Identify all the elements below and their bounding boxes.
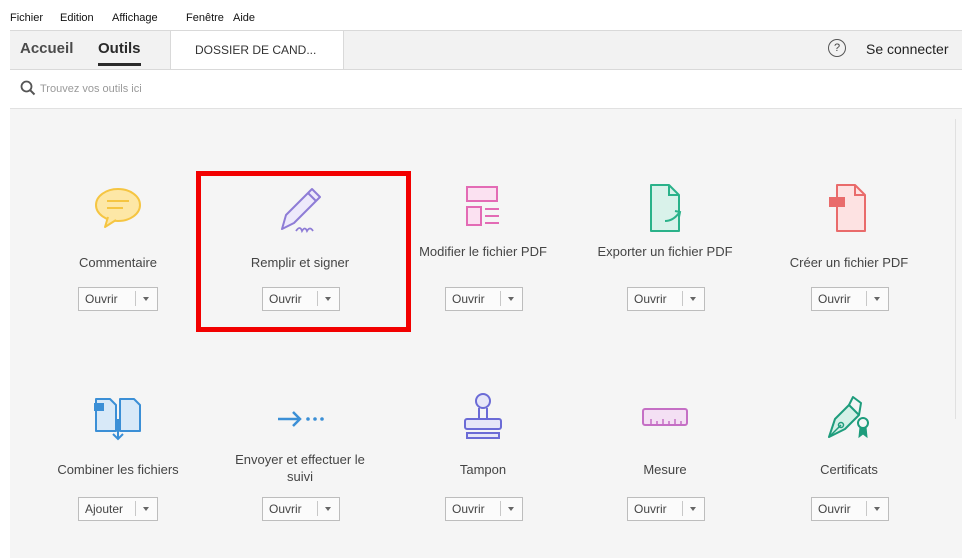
tool-label: Mesure (643, 462, 687, 477)
tools-grid: Commentaire Ouvrir Remplir et signer Ouv… (10, 109, 962, 558)
open-button-label: Ouvrir (818, 502, 851, 516)
menu-fenetre[interactable]: Fenêtre (186, 12, 224, 24)
export-pdf-icon (650, 184, 682, 232)
open-button-label: Ouvrir (452, 292, 485, 306)
open-button-label: Ouvrir (452, 502, 485, 516)
tool-mesure: Mesure Ouvrir (590, 389, 740, 539)
search-bar (10, 70, 962, 109)
document-tab-label: DOSSIER DE CAND... (195, 43, 317, 57)
certificate-icon (828, 396, 869, 439)
search-input[interactable] (38, 78, 342, 100)
chevron-down-icon[interactable] (502, 498, 520, 520)
chevron-down-icon[interactable] (868, 498, 886, 520)
separator (866, 501, 867, 516)
separator (682, 501, 683, 516)
create-pdf-icon (829, 184, 866, 232)
menu-aide[interactable]: Aide (233, 12, 255, 24)
stamp-icon (464, 393, 502, 439)
tool-label: Modifier le fichier PDF (419, 244, 547, 259)
separator (135, 501, 136, 516)
open-button[interactable]: Ouvrir (811, 497, 889, 521)
open-button[interactable]: Ouvrir (262, 497, 340, 521)
tool-envoyer-suivi: Envoyer et effectuer le suivi Ouvrir (225, 389, 375, 539)
open-button[interactable]: Ouvrir (445, 497, 523, 521)
open-button-label: Ouvrir (634, 292, 667, 306)
tool-tampon: Tampon Ouvrir (408, 389, 558, 539)
tab-accueil[interactable]: Accueil (20, 40, 73, 57)
measure-icon (642, 408, 688, 426)
tool-label: Certificats (820, 462, 878, 477)
open-button[interactable]: Ouvrir (811, 287, 889, 311)
open-button-label: Ouvrir (634, 502, 667, 516)
tool-label: Créer un fichier PDF (789, 255, 909, 270)
add-button-label: Ajouter (85, 502, 124, 516)
tab-bar: Accueil Outils DOSSIER DE CAND... ? Se c… (10, 30, 962, 70)
menu-affichage[interactable]: Affichage (112, 12, 158, 24)
edit-pdf-icon (466, 186, 499, 226)
chevron-down-icon[interactable] (502, 288, 520, 310)
separator (135, 291, 136, 306)
question-circle-icon[interactable]: ? (828, 39, 846, 57)
chevron-down-icon[interactable] (137, 498, 155, 520)
open-button-label: Ouvrir (818, 292, 851, 306)
open-button[interactable]: Ouvrir (627, 287, 705, 311)
tool-label: Tampon (459, 462, 507, 477)
menu-fichier[interactable]: Fichier (10, 12, 43, 24)
tool-label: Envoyer et effectuer le suivi (235, 452, 365, 484)
tool-creer-pdf: Créer un fichier PDF Ouvrir (774, 179, 924, 329)
open-button-label: Ouvrir (269, 502, 302, 516)
open-button-label: Ouvrir (85, 292, 118, 306)
separator (682, 291, 683, 306)
chevron-down-icon[interactable] (868, 288, 886, 310)
search-icon (20, 80, 36, 96)
separator (500, 501, 501, 516)
tool-commentaire: Commentaire Ouvrir (43, 179, 193, 329)
tab-document[interactable]: DOSSIER DE CAND... (170, 31, 344, 69)
highlight-box (196, 171, 411, 332)
chevron-down-icon[interactable] (137, 288, 155, 310)
signin-link[interactable]: Se connecter (866, 41, 949, 57)
menu-bar: Fichier Edition Affichage Fenêtre Aide (0, 0, 962, 28)
menu-edition[interactable]: Edition (60, 12, 94, 24)
send-track-icon (278, 411, 324, 427)
open-button[interactable]: Ouvrir (627, 497, 705, 521)
tool-certificats: Certificats Ouvrir (774, 389, 924, 539)
open-button[interactable]: Ouvrir (445, 287, 523, 311)
chevron-down-icon[interactable] (319, 498, 337, 520)
open-button[interactable]: Ouvrir (78, 287, 158, 311)
tool-modifier-pdf: Modifier le fichier PDF Ouvrir (408, 179, 558, 329)
chevron-down-icon[interactable] (684, 498, 702, 520)
add-button[interactable]: Ajouter (78, 497, 158, 521)
combine-icon (94, 398, 141, 441)
tool-label: Commentaire (78, 255, 158, 270)
scrollbar[interactable] (955, 119, 962, 419)
tool-label: Exporter un fichier PDF (597, 244, 733, 259)
tool-combiner: Combiner les fichiers Ajouter (43, 389, 193, 539)
tool-exporter-pdf: Exporter un fichier PDF Ouvrir (590, 179, 740, 329)
chevron-down-icon[interactable] (684, 288, 702, 310)
comment-icon (95, 188, 141, 228)
separator (317, 501, 318, 516)
tool-label: Combiner les fichiers (57, 462, 179, 477)
separator (500, 291, 501, 306)
separator (866, 291, 867, 306)
tab-outils[interactable]: Outils (98, 40, 141, 66)
